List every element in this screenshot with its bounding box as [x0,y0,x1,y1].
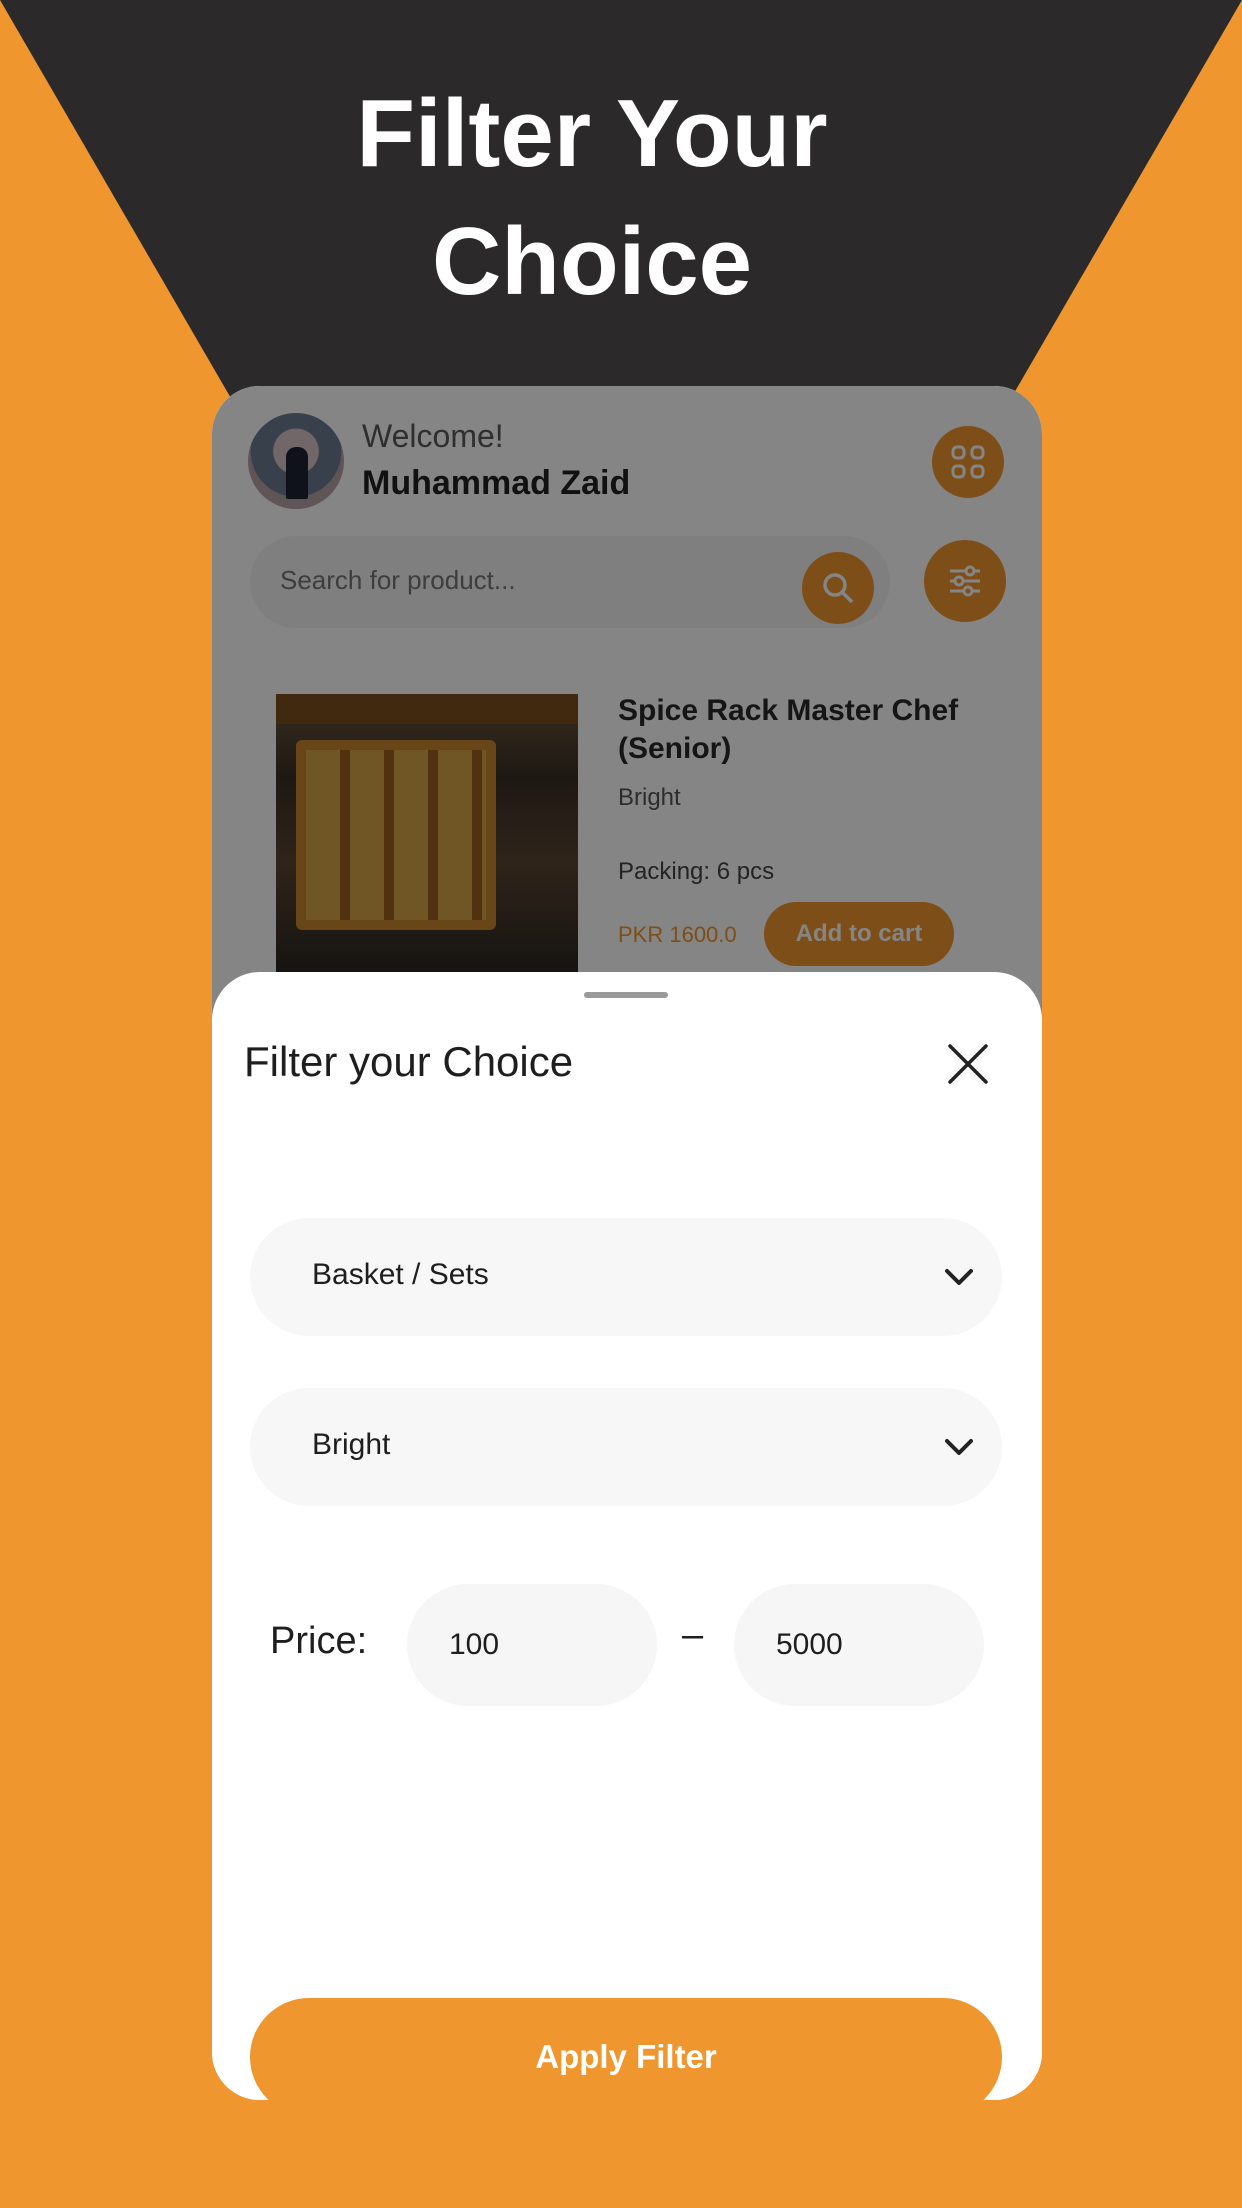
brand-value: Bright [312,1428,391,1461]
headline-line-2: Choice [431,208,753,315]
price-label: Price: [270,1620,368,1662]
apply-filter-button[interactable]: Apply Filter [250,1998,1002,2100]
close-button[interactable] [942,1038,994,1090]
price-max-field[interactable] [734,1584,984,1706]
promo-headline: Filter Your Choice [0,70,1184,326]
brand-dropdown[interactable]: Bright [250,1388,1002,1506]
price-min-field[interactable] [407,1584,657,1706]
dim-overlay[interactable] [212,386,1042,1026]
sheet-title: Filter your Choice [244,1038,574,1085]
price-separator: – [682,1614,704,1656]
category-value: Basket / Sets [312,1258,489,1291]
category-dropdown[interactable]: Basket / Sets [250,1218,1002,1336]
headline-line-1: Filter Your [356,80,828,187]
close-icon [948,1044,988,1084]
phone-screen: Welcome! Muhammad Zaid Spice Rack [212,386,1042,2100]
chevron-down-icon [945,1439,973,1455]
filter-bottom-sheet: Filter your Choice Basket / Sets Bright … [212,972,1042,2100]
chevron-down-icon [945,1269,973,1285]
sheet-drag-handle[interactable] [584,992,668,998]
